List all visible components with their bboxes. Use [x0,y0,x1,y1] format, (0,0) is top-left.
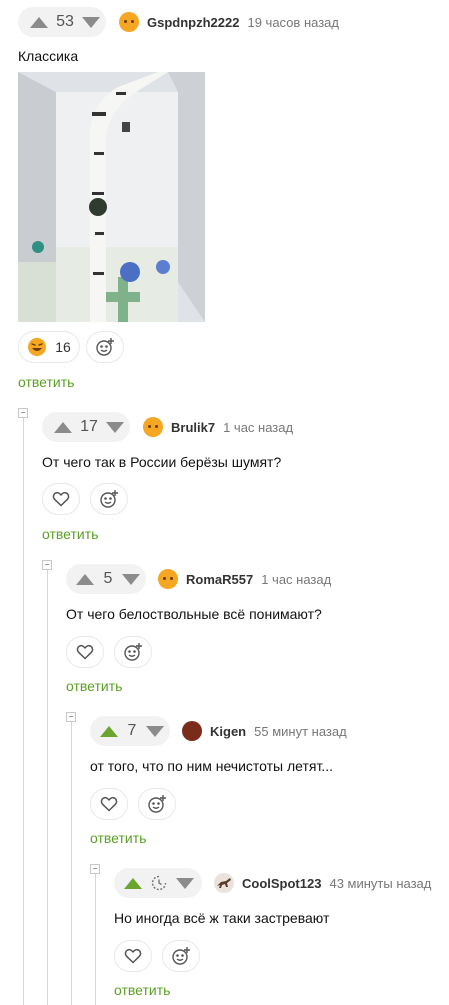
comment-author[interactable]: Gspdnpzh2222 19 часов назад [119,12,339,32]
vote-box [114,868,202,898]
add-emoji-icon [172,947,190,965]
timestamp[interactable]: 1 час назад [223,420,293,435]
username[interactable]: Gspdnpzh2222 [147,15,239,30]
heart-icon [124,948,142,964]
thread-line [95,874,96,1005]
upvote-button[interactable] [124,877,142,889]
avatar[interactable] [182,721,202,741]
vote-count: 7 [127,722,137,739]
add-reaction-button[interactable] [114,636,152,668]
collapse-thread-button[interactable] [42,560,52,570]
vote-count: 5 [103,570,113,587]
timestamp[interactable]: 1 час назад [261,572,331,587]
comment-text: Но иногда всё ж таки застревают [114,910,330,926]
vote-box: 53 [18,7,106,37]
comment-image[interactable] [18,72,205,322]
thread-line [71,722,72,1005]
reply-link[interactable]: ответить [42,526,98,542]
downvote-button[interactable] [122,573,140,585]
downvote-button[interactable] [176,877,194,889]
like-button[interactable] [114,940,152,972]
reply-link[interactable]: ответить [90,830,146,846]
heart-icon [100,796,118,812]
thread-line [23,418,24,1005]
upvote-button[interactable] [30,16,48,28]
reply-link[interactable]: ответить [18,374,74,390]
reply-link[interactable]: ответить [114,982,170,998]
timestamp[interactable]: 19 часов назад [247,15,339,30]
downvote-button[interactable] [106,421,124,433]
downvote-button[interactable] [82,16,100,28]
add-reaction-button[interactable] [162,940,200,972]
comment-text: Классика [18,48,79,64]
avatar[interactable] [158,569,178,589]
like-button[interactable] [42,483,80,515]
comment-author[interactable]: Brulik7 1 час назад [143,417,293,437]
comment-text: От чего так в России берёзы шумят? [42,454,282,470]
vote-count: 17 [80,418,98,435]
username[interactable]: CoolSpot123 [242,876,321,891]
username[interactable]: RomaR557 [186,572,253,587]
vote-count: 53 [56,13,74,30]
comment-text: от того, что по ним нечистоты летят... [90,758,334,774]
timestamp[interactable]: 55 минут назад [254,724,347,739]
reply-link[interactable]: ответить [66,678,122,694]
upvote-button[interactable] [76,573,94,585]
comment-author[interactable]: RomaR557 1 час назад [158,569,331,589]
collapse-thread-button[interactable] [90,864,100,874]
dinosaur-icon [217,878,231,888]
like-button[interactable] [66,636,104,668]
heart-icon [76,644,94,660]
upvote-button[interactable] [54,421,72,433]
add-emoji-icon [96,338,114,356]
add-reaction-button[interactable] [90,483,128,515]
reaction-count: 16 [55,339,71,355]
username[interactable]: Brulik7 [171,420,215,435]
avatar[interactable] [119,12,139,32]
reaction-pill[interactable]: 16 [18,331,80,363]
comment-author[interactable]: Kigen 55 минут назад [182,721,347,741]
add-reaction-button[interactable] [138,788,176,820]
comment-author[interactable]: CoolSpot123 43 минуты назад [214,873,431,893]
thread-line [47,570,48,1005]
laughing-emoji-icon [28,338,47,356]
timestamp[interactable]: 43 минуты назад [329,876,431,891]
collapse-thread-button[interactable] [18,408,28,418]
upvote-button[interactable] [100,725,118,737]
downvote-button[interactable] [146,725,164,737]
add-emoji-icon [124,643,142,661]
avatar[interactable] [143,417,163,437]
vote-box: 7 [90,716,170,746]
like-button[interactable] [90,788,128,820]
add-emoji-icon [100,490,118,508]
add-emoji-icon [148,795,166,813]
rating-timer-icon [146,875,172,891]
vote-box: 5 [66,564,146,594]
avatar[interactable] [214,873,234,893]
heart-icon [52,491,70,507]
vote-box: 17 [42,412,130,442]
collapse-thread-button[interactable] [66,712,76,722]
add-reaction-button[interactable] [86,331,124,363]
comment-text: От чего белоствольные всё понимают? [66,606,322,622]
username[interactable]: Kigen [210,724,246,739]
